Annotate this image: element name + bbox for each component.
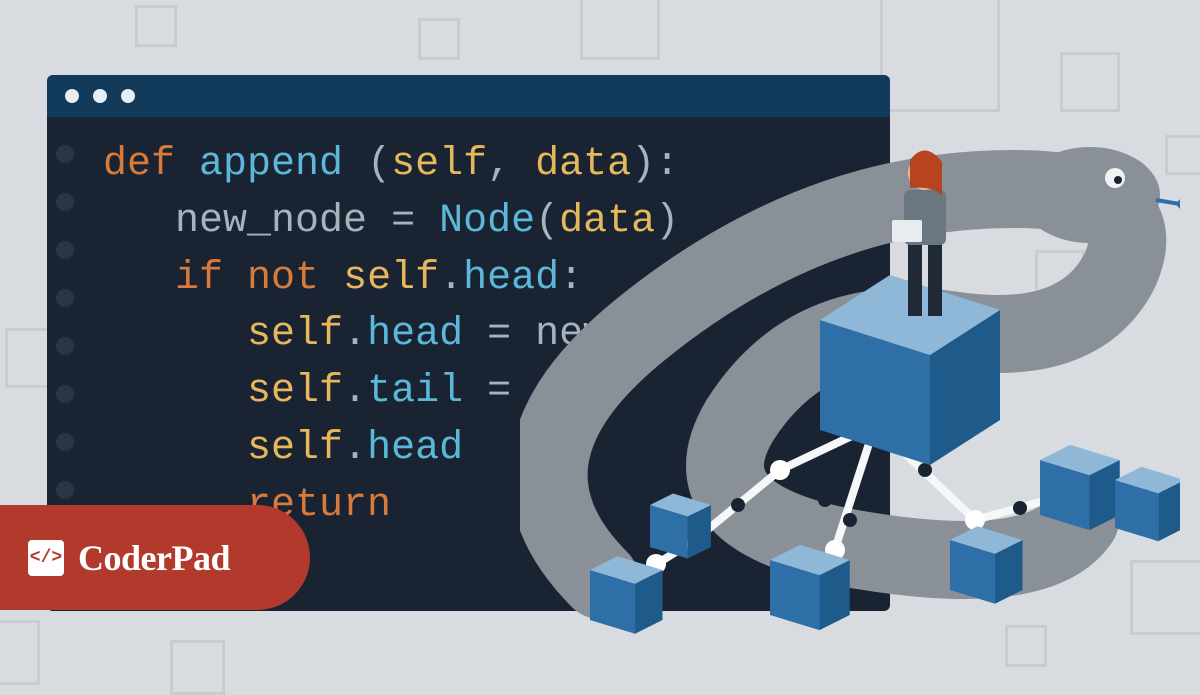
decorative-square (1130, 560, 1200, 635)
brand-logo-glyph: </> (30, 548, 62, 568)
code-line: self.head = new (103, 307, 890, 364)
brand-name: CoderPad (78, 537, 230, 579)
traffic-light-minimize-icon (93, 89, 107, 103)
code-line: self.tail = sel (103, 364, 890, 421)
code-line: self.head (103, 421, 890, 478)
decorative-square (0, 620, 40, 685)
traffic-light-close-icon (65, 89, 79, 103)
gutter-dot-icon (56, 481, 74, 499)
decorative-square (170, 640, 225, 695)
window-titlebar (47, 75, 890, 117)
decorative-square (135, 5, 177, 47)
code-line: if not self.head: (103, 251, 890, 308)
gutter-dot-icon (56, 241, 74, 259)
code-line: def append (self, data): (103, 137, 890, 194)
decorative-square (880, 0, 1000, 112)
gutter-dot-icon (56, 145, 74, 163)
brand-logo-icon: </> (28, 540, 64, 576)
decorative-square (580, 0, 660, 60)
snake-pupil (1114, 176, 1122, 184)
gutter-dot-icon (56, 385, 74, 403)
brand-badge: </> CoderPad (0, 505, 310, 610)
snake-head (1020, 147, 1160, 243)
decorative-square (1005, 625, 1047, 667)
gutter-dot-icon (56, 193, 74, 211)
cube-small (1040, 445, 1120, 530)
person-with-laptop (892, 150, 946, 316)
code-line: new_node = Node(data) (103, 194, 890, 251)
decorative-square (418, 18, 460, 60)
decorative-square (1035, 250, 1085, 300)
gutter-dot-icon (56, 337, 74, 355)
cube-small (1115, 467, 1180, 541)
decorative-square (1060, 52, 1120, 112)
gutter-dot-icon (56, 289, 74, 307)
cube-small (950, 526, 1023, 604)
traffic-light-zoom-icon (121, 89, 135, 103)
gutter-dot-icon (56, 433, 74, 451)
snake-eye (1105, 168, 1125, 188)
decorative-square (1165, 135, 1200, 175)
snake-tongue (1156, 192, 1180, 218)
